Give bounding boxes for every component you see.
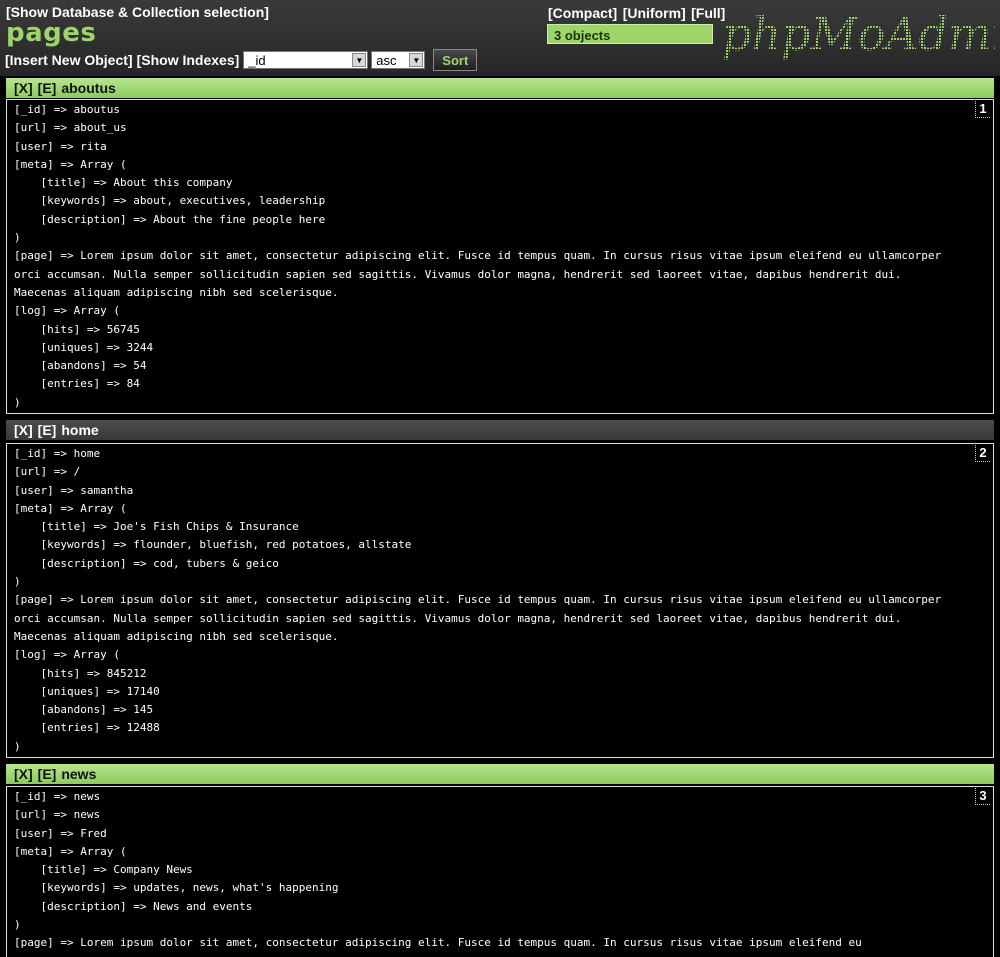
field-line: [hits] => 845212 (14, 666, 147, 680)
sort-button[interactable]: Sort (433, 49, 478, 71)
field-line: [user] => samantha (14, 483, 134, 497)
object-header-news: [X] [E] news (6, 764, 994, 784)
object-body-news: 3 [_id] => news [url] => news [user] => … (6, 786, 994, 957)
object-count: 3 objects (547, 24, 713, 44)
delete-object-link[interactable]: [X] (14, 80, 33, 96)
sort-field-value: _id (248, 52, 266, 68)
field-line: [keywords] => about, executives, leaders… (14, 194, 326, 208)
field-line: [_id] => aboutus (14, 103, 120, 116)
field-line: [meta] => Array ( (14, 157, 127, 171)
delete-object-link[interactable]: [X] (14, 766, 33, 782)
field-line: [url] => about_us (14, 121, 127, 135)
object-body-home: 2 [_id] => home [url] => / [user] => sam… (6, 443, 994, 758)
header-bar: [Show Database & Collection selection] p… (0, 0, 1000, 76)
field-line: ) (14, 739, 21, 753)
field-line: [title] => Company News (14, 863, 193, 877)
object-name: aboutus (61, 80, 116, 96)
sort-order-select[interactable]: asc ▼ (371, 51, 426, 69)
phpmoadmin-logo: phpMoAdmin (722, 7, 995, 61)
page-field: [page] => Lorem ipsum dolor sit amet, co… (14, 593, 942, 643)
field-line: [abandons] => 145 (14, 703, 154, 717)
field-line: ) (14, 918, 21, 932)
field-line: [url] => news (14, 808, 101, 822)
field-line: [_id] => news (14, 790, 101, 803)
field-line: [keywords] => updates, news, what's happ… (14, 881, 339, 895)
field-line: ) (14, 231, 21, 245)
field-line: ) (14, 575, 21, 589)
edit-object-link[interactable]: [E] (38, 422, 57, 438)
show-indexes-link[interactable]: [Show Indexes] (137, 52, 240, 68)
field-line: [title] => About this company (14, 176, 233, 190)
field-line: [meta] => Array ( (14, 844, 127, 858)
object-name: news (61, 766, 97, 782)
view-compact-link[interactable]: [Compact] (548, 5, 617, 21)
edit-object-link[interactable]: [E] (38, 766, 57, 782)
field-line: [title] => Joe's Fish Chips & Insurance (14, 520, 299, 534)
page-field: [page] => Lorem ipsum dolor sit amet, co… (14, 249, 942, 299)
edit-object-link[interactable]: [E] (38, 80, 57, 96)
field-line: [entries] => 12488 (14, 721, 160, 735)
chevron-down-icon: ▼ (409, 53, 424, 67)
object-number: 1 (975, 101, 990, 118)
field-line: [entries] => 84 (14, 377, 140, 391)
field-line: [uniques] => 3244 (14, 340, 154, 354)
field-line: [url] => / (14, 465, 81, 479)
object-number: 3 (975, 788, 990, 805)
object-body-aboutus: 1 [_id] => aboutus [url] => about_us [us… (6, 99, 994, 414)
page-field: [page] => Lorem ipsum dolor sit amet, co… (14, 936, 862, 950)
view-uniform-link[interactable]: [Uniform] (623, 5, 686, 21)
object-header-aboutus: [X] [E] aboutus (6, 78, 994, 98)
chevron-down-icon: ▼ (352, 53, 367, 67)
view-mode-links: [Compact] [Uniform] [Full] (548, 5, 726, 23)
delete-object-link[interactable]: [X] (14, 422, 33, 438)
field-line: [user] => rita (14, 139, 107, 153)
field-line: [log] => Array ( (14, 304, 120, 318)
field-line: [hits] => 56745 (14, 322, 140, 336)
toolbar: [Insert New Object] [Show Indexes] _id ▼… (5, 49, 478, 71)
field-line: [uniques] => 17140 (14, 684, 160, 698)
object-header-home: [X] [E] home (6, 420, 994, 440)
field-line: ) (14, 395, 21, 409)
field-line: [description] => cod, tubers & geico (14, 556, 279, 570)
field-line: [abandons] => 54 (14, 359, 147, 373)
field-line: [description] => News and events (14, 899, 253, 913)
logo-text: phpMoAdmin (722, 7, 995, 61)
field-line: [user] => Fred (14, 826, 107, 840)
field-line: [keywords] => flounder, bluefish, red po… (14, 538, 412, 552)
object-number: 2 (975, 445, 990, 462)
field-line: [_id] => home (14, 447, 101, 460)
field-line: [log] => Array ( (14, 648, 120, 662)
insert-object-link[interactable]: [Insert New Object] (5, 52, 133, 68)
field-line: [meta] => Array ( (14, 501, 127, 515)
sort-field-select[interactable]: _id ▼ (243, 51, 369, 69)
collection-title: pages (6, 18, 97, 48)
field-line: [description] => About the fine people h… (14, 212, 326, 226)
sort-order-value: asc (376, 52, 397, 68)
object-name: home (61, 422, 99, 438)
